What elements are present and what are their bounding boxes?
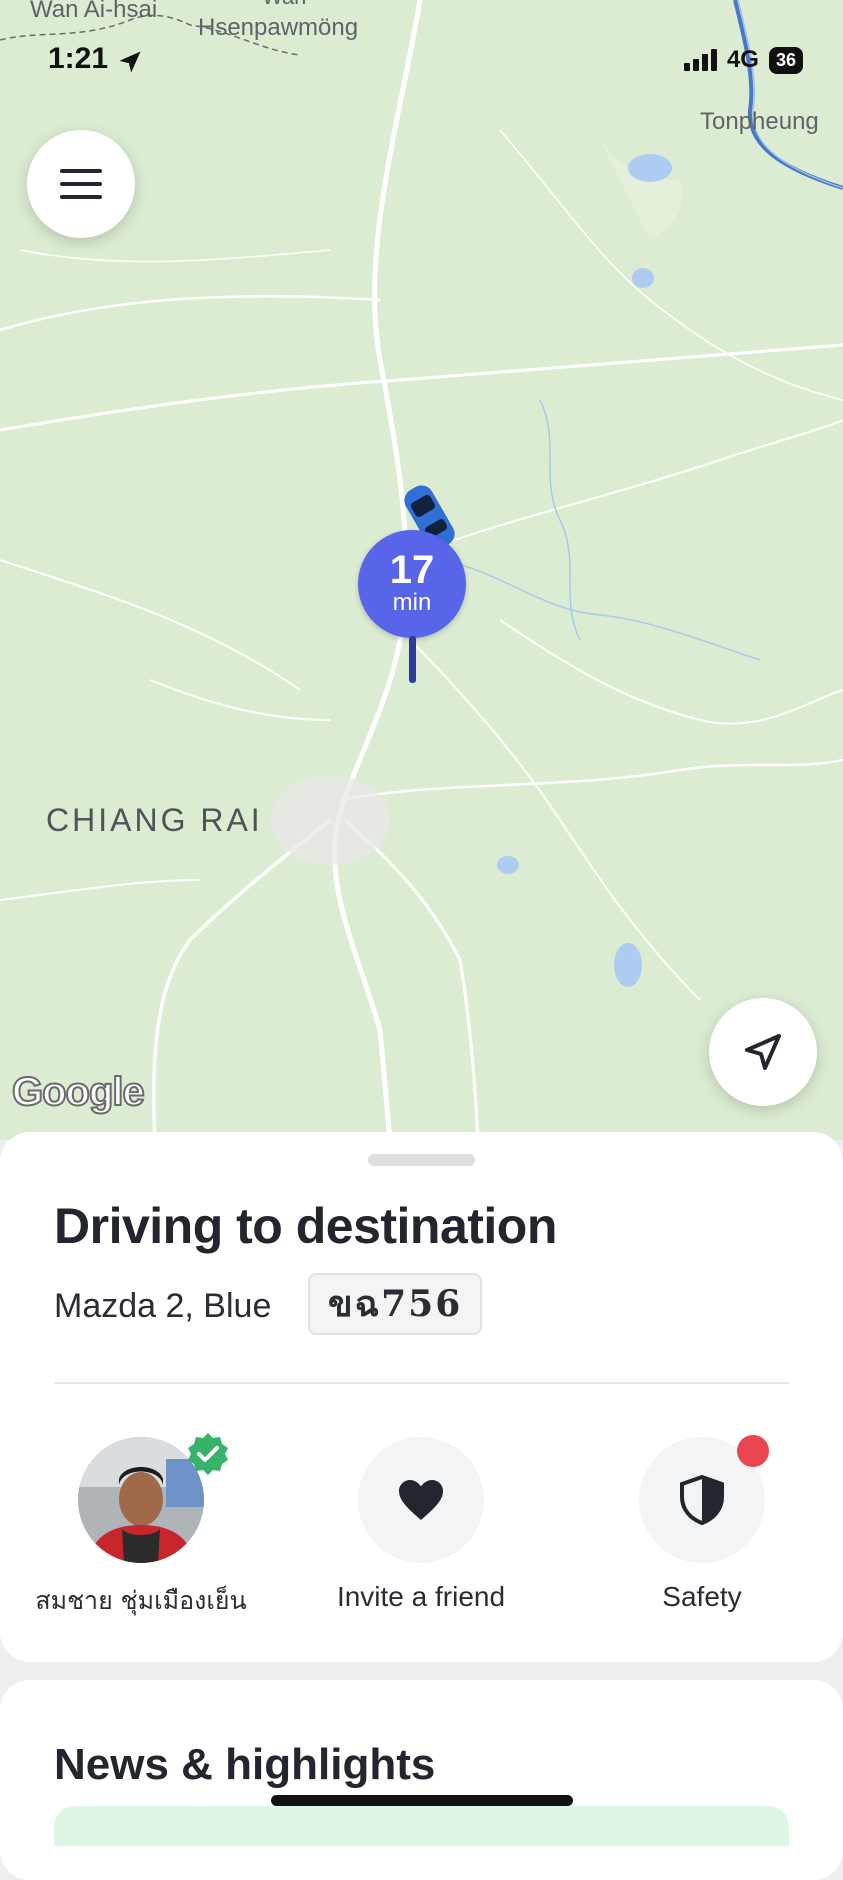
news-item-preview[interactable] (54, 1806, 789, 1846)
heart-icon (399, 1480, 443, 1520)
location-services-icon (119, 51, 141, 73)
network-type: 4G (726, 46, 759, 73)
eta-value: 17 (389, 548, 435, 592)
driver-profile-button[interactable]: สมชาย ชุ่มเมืองเย็น (1, 1433, 281, 1621)
menu-icon (60, 169, 102, 199)
recenter-button[interactable] (709, 998, 817, 1106)
status-time: 1:21 (48, 42, 109, 75)
invite-friend-button[interactable]: Invite a friend (281, 1437, 561, 1613)
sheet-handle[interactable] (368, 1154, 475, 1166)
location-arrow-icon (745, 1034, 781, 1070)
safety-circle (639, 1435, 769, 1563)
vehicle-description: Mazda 2, Blue (54, 1287, 272, 1325)
status-bar-right: 4G 36 (683, 46, 803, 74)
safety-label: Safety (662, 1581, 742, 1612)
divider (54, 1382, 789, 1384)
invite-label: Invite a friend (336, 1581, 506, 1612)
google-attribution: Google (11, 1069, 146, 1115)
trip-sheet: Driving to destination Mazda 2, Blue ขฉ7… (0, 1132, 843, 1662)
driver-name: สมชาย ชุ่มเมืองเย็น (35, 1586, 247, 1615)
news-title: News & highlights (54, 1740, 436, 1789)
invite-circle (358, 1437, 484, 1563)
home-indicator[interactable] (271, 1795, 573, 1806)
menu-button[interactable] (27, 130, 135, 238)
eta-badge: 17 min (358, 530, 466, 638)
map-label-hsenpawmong: Hsenpawmöng (198, 14, 359, 41)
safety-button[interactable]: Safety (562, 1435, 842, 1613)
trip-status-title: Driving to destination (54, 1198, 557, 1254)
map-label-chiang-rai: CHIANG RAI (46, 802, 263, 838)
map-label-wan: Wan (262, 0, 306, 10)
signal-icon (683, 49, 717, 71)
map-label-tonpheung: Tonpheung (700, 108, 819, 135)
eta-pin-stem (409, 636, 416, 683)
eta-unit: min (392, 589, 432, 616)
safety-notification-dot (737, 1435, 769, 1467)
map-view[interactable]: Wan Ai-hsai Wan Hsenpawmöng Tonpheung CH… (0, 0, 843, 1140)
license-plate: ขฉ756 (308, 1273, 483, 1335)
news-card: News & highlights (0, 1680, 843, 1880)
shield-icon (680, 1475, 724, 1525)
map-label-wan-ai-hsai: Wan Ai-hsai (30, 0, 158, 23)
battery-indicator: 36 (768, 46, 803, 74)
verified-badge (188, 1433, 228, 1475)
